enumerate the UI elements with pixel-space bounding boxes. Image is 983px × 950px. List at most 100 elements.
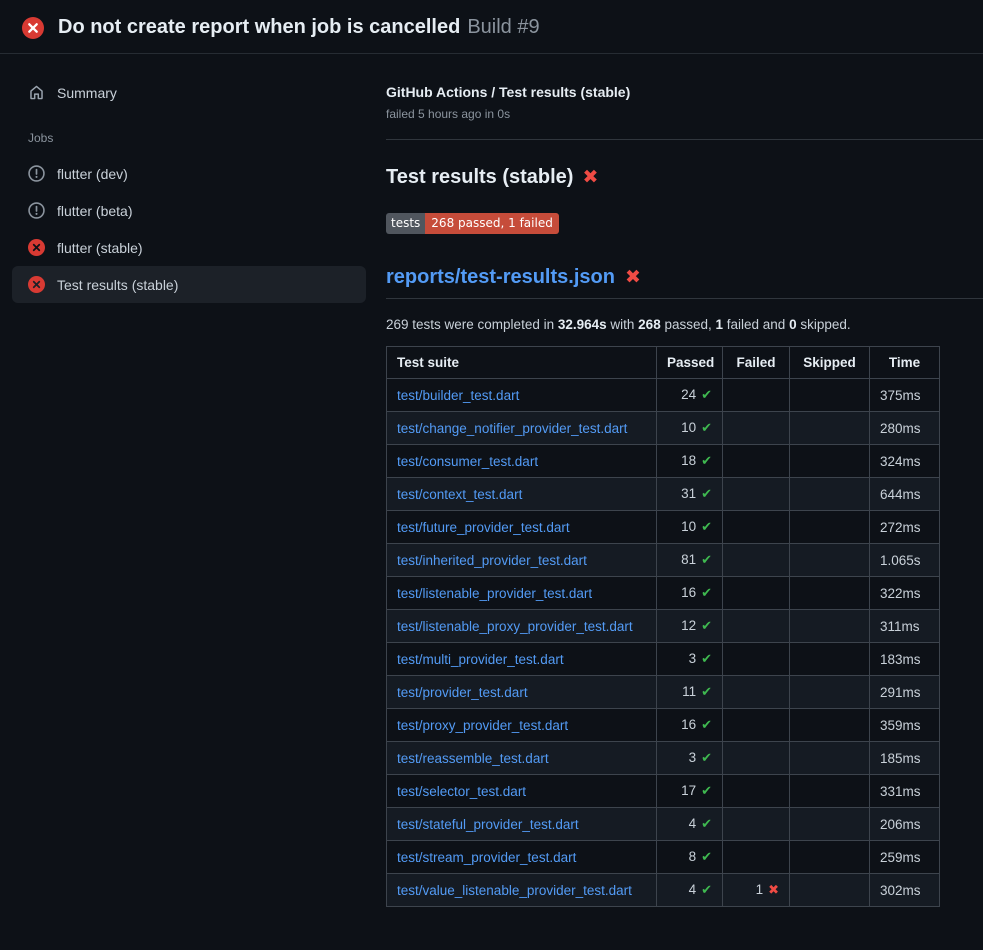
run-status-text: failed 5 hours ago in 0s	[386, 107, 983, 121]
passed-count: 17	[681, 783, 696, 798]
test-suite-link[interactable]: test/provider_test.dart	[397, 685, 528, 700]
test-suite-link[interactable]: test/selector_test.dart	[397, 784, 526, 799]
summary-text: skipped.	[797, 317, 851, 332]
test-suite-link[interactable]: test/stream_provider_test.dart	[397, 850, 576, 865]
summary-text: passed,	[661, 317, 716, 332]
test-suite-row: test/value_listenable_provider_test.dart…	[387, 874, 940, 907]
sidebar-item-test-results-stable[interactable]: Test results (stable)	[12, 266, 366, 303]
test-suite-link[interactable]: test/listenable_provider_test.dart	[397, 586, 592, 601]
sidebar-item-flutter-stable[interactable]: flutter (stable)	[12, 229, 366, 266]
home-icon	[28, 84, 45, 101]
report-file-link[interactable]: reports/test-results.json	[386, 266, 615, 289]
time-cell: 259ms	[870, 841, 940, 874]
test-suite-row: test/multi_provider_test.dart3✔183ms	[387, 643, 940, 676]
test-suite-link[interactable]: test/context_test.dart	[397, 487, 522, 502]
failed-cell	[723, 379, 790, 412]
skipped-cell	[790, 676, 870, 709]
passed-count: 12	[681, 618, 696, 633]
passed-cell: 31✔	[657, 478, 723, 511]
check-icon: ✔	[701, 651, 712, 666]
failed-cell	[723, 412, 790, 445]
results-section-heading: Test results (stable) ✖	[386, 166, 983, 189]
job-label: flutter (dev)	[57, 166, 128, 182]
test-suite-row: test/provider_test.dart11✔291ms	[387, 676, 940, 709]
skipped-cell	[790, 412, 870, 445]
test-suite-link[interactable]: test/consumer_test.dart	[397, 454, 538, 469]
passed-cell: 11✔	[657, 676, 723, 709]
passed-cell: 24✔	[657, 379, 723, 412]
time-cell: 206ms	[870, 808, 940, 841]
skipped-cell	[790, 643, 870, 676]
time-cell: 359ms	[870, 709, 940, 742]
x-circle-icon	[28, 276, 45, 293]
time-cell: 272ms	[870, 511, 940, 544]
suite-cell: test/builder_test.dart	[387, 379, 657, 412]
suite-cell: test/provider_test.dart	[387, 676, 657, 709]
failed-cell	[723, 445, 790, 478]
suite-cell: test/multi_provider_test.dart	[387, 643, 657, 676]
jobs-section-label: Jobs	[12, 111, 366, 155]
suite-cell: test/proxy_provider_test.dart	[387, 709, 657, 742]
test-suite-row: test/stateful_provider_test.dart4✔206ms	[387, 808, 940, 841]
job-label: flutter (stable)	[57, 240, 143, 256]
failed-cell	[723, 610, 790, 643]
test-suite-link[interactable]: test/proxy_provider_test.dart	[397, 718, 568, 733]
failed-cell	[723, 676, 790, 709]
passed-count: 10	[681, 420, 696, 435]
suite-cell: test/listenable_provider_test.dart	[387, 577, 657, 610]
passed-cell: 3✔	[657, 742, 723, 775]
test-suite-link[interactable]: test/builder_test.dart	[397, 388, 519, 403]
time-cell: 324ms	[870, 445, 940, 478]
summary-duration: 32.964s	[558, 317, 607, 332]
check-icon: ✔	[701, 750, 712, 765]
check-icon: ✔	[701, 387, 712, 402]
test-suite-link[interactable]: test/stateful_provider_test.dart	[397, 817, 579, 832]
test-suite-link[interactable]: test/inherited_provider_test.dart	[397, 553, 587, 568]
results-section-title: Test results (stable)	[386, 166, 573, 189]
sidebar-item-flutter-dev[interactable]: flutter (dev)	[12, 155, 366, 192]
build-header: Do not create report when job is cancell…	[0, 0, 983, 54]
cross-icon: ✖	[768, 882, 779, 897]
time-cell: 375ms	[870, 379, 940, 412]
suite-cell: test/listenable_proxy_provider_test.dart	[387, 610, 657, 643]
check-icon: ✔	[701, 849, 712, 864]
test-suite-link[interactable]: test/value_listenable_provider_test.dart	[397, 883, 632, 898]
failed-x-icon: ✖	[625, 268, 641, 287]
failed-count: 1	[756, 882, 764, 897]
suite-cell: test/consumer_test.dart	[387, 445, 657, 478]
table-header-row: Test suite Passed Failed Skipped Time	[387, 347, 940, 379]
passed-cell: 17✔	[657, 775, 723, 808]
time-cell: 302ms	[870, 874, 940, 907]
passed-cell: 12✔	[657, 610, 723, 643]
test-suite-row: test/reassemble_test.dart3✔185ms	[387, 742, 940, 775]
test-suite-link[interactable]: test/listenable_proxy_provider_test.dart	[397, 619, 633, 634]
sidebar-item-summary[interactable]: Summary	[12, 74, 366, 111]
sidebar-item-flutter-beta[interactable]: flutter (beta)	[12, 192, 366, 229]
suite-cell: test/stateful_provider_test.dart	[387, 808, 657, 841]
warning-circle-icon	[28, 165, 45, 182]
tests-status-badge: tests 268 passed, 1 failed	[386, 213, 559, 234]
check-icon: ✔	[701, 519, 712, 534]
check-icon: ✔	[701, 717, 712, 732]
time-cell: 183ms	[870, 643, 940, 676]
passed-cell: 16✔	[657, 577, 723, 610]
test-suite-row: test/change_notifier_provider_test.dart 1…	[387, 412, 940, 445]
breadcrumb: GitHub Actions / Test results (stable)	[386, 84, 983, 100]
skipped-cell	[790, 775, 870, 808]
check-icon: ✔	[701, 420, 712, 435]
suite-cell: test/future_provider_test.dart	[387, 511, 657, 544]
test-suite-link[interactable]: test/multi_provider_test.dart	[397, 652, 564, 667]
test-suite-link[interactable]: test/reassemble_test.dart	[397, 751, 549, 766]
passed-cell: 16✔	[657, 709, 723, 742]
test-suite-link[interactable]: test/change_notifier_provider_test.dart	[397, 421, 627, 436]
time-cell: 311ms	[870, 610, 940, 643]
suite-cell: test/selector_test.dart	[387, 775, 657, 808]
passed-count: 10	[681, 519, 696, 534]
skipped-cell	[790, 445, 870, 478]
passed-count: 3	[689, 750, 697, 765]
test-suite-link[interactable]: test/future_provider_test.dart	[397, 520, 570, 535]
results-table-body: test/builder_test.dart24✔375mstest/chang…	[387, 379, 940, 907]
failed-cell	[723, 742, 790, 775]
test-suite-row: test/stream_provider_test.dart8✔259ms	[387, 841, 940, 874]
check-icon: ✔	[701, 684, 712, 699]
